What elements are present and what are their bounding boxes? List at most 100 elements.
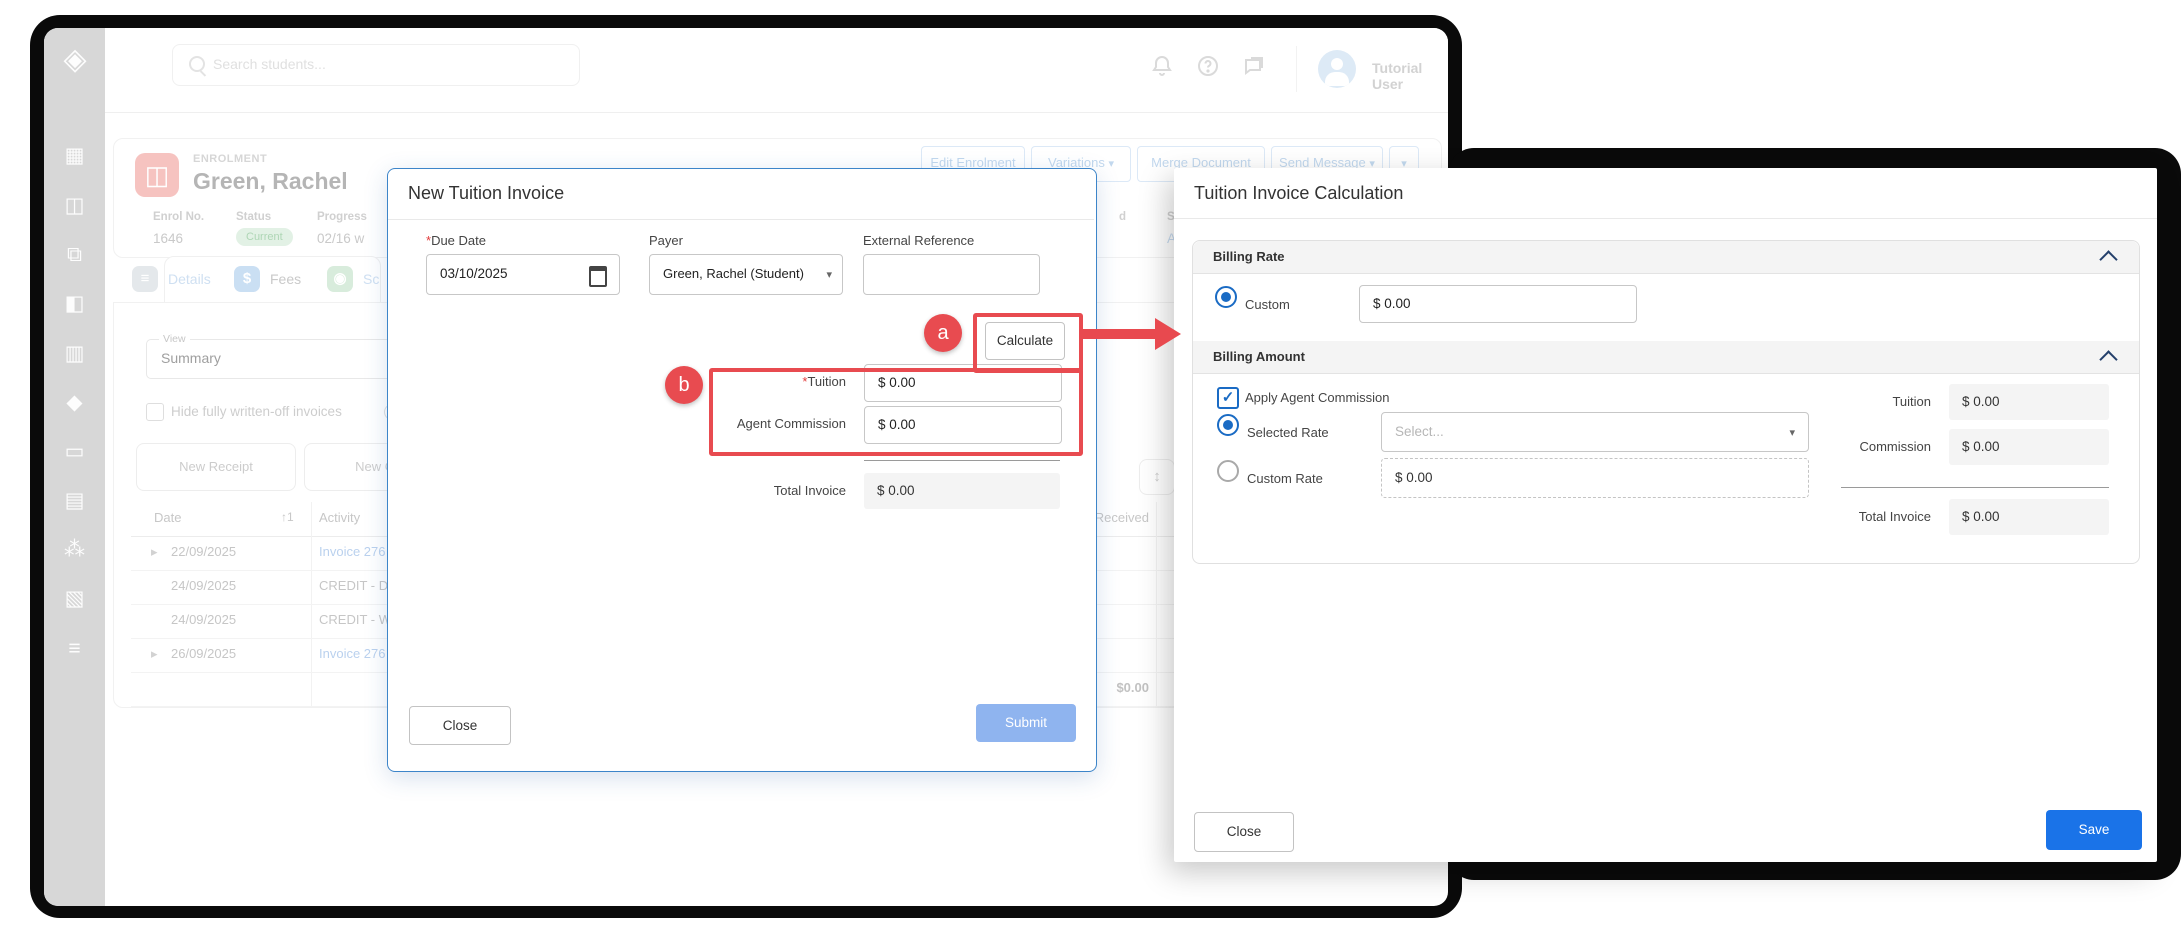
details-icon: ≡: [132, 266, 158, 292]
billing-amount-section-header[interactable]: Billing Amount: [1193, 341, 2139, 374]
new-receipt-button[interactable]: New Receipt: [136, 443, 296, 491]
fees-icon: $: [234, 266, 260, 292]
custom-rate-radio[interactable]: [1215, 286, 1237, 308]
hidden-column-label: d: [1119, 211, 1126, 223]
search-input[interactable]: Search students...: [172, 44, 580, 86]
billing-rate-section-header[interactable]: Billing Rate: [1193, 241, 2139, 274]
custom-rate-option-label: Custom Rate: [1247, 471, 1323, 486]
total-invoice-field: $ 0.00: [864, 473, 1060, 509]
row-date: 26/09/2025: [171, 646, 236, 661]
billing-rate-value: $ 0.00: [1373, 296, 1411, 311]
hide-written-off-checkbox[interactable]: [146, 403, 164, 421]
view-select[interactable]: View Summary: [146, 339, 428, 379]
billing-rate-input[interactable]: $ 0.00: [1359, 285, 1637, 323]
due-date-value: 03/10/2025: [440, 266, 508, 281]
summary-total-label: Total Invoice: [1791, 509, 1931, 524]
organisation-icon[interactable]: ▧: [44, 584, 105, 614]
calculation-card: Billing Rate Custom $ 0.00 Billing Amoun…: [1192, 240, 2140, 564]
view-select-label: View: [159, 333, 190, 345]
custom-radio-label: Custom: [1245, 297, 1290, 312]
row-activity: CREDIT - D: [319, 578, 388, 593]
row-activity-link[interactable]: Invoice 276: [319, 646, 386, 661]
modal-title: New Tuition Invoice: [408, 183, 564, 204]
row-date: 24/09/2025: [171, 578, 236, 593]
dashboard-icon[interactable]: ▦: [44, 141, 105, 171]
enrolments-icon[interactable]: ◧: [44, 289, 105, 319]
progress-value: 02/16 w: [317, 231, 364, 246]
column-date[interactable]: Date: [154, 510, 181, 525]
screenshot-stage: ◈ ▦ ◫ ⧉ ◧ ▥ ◆ ▭ ▤ ⁂ ▧ ≡ Search students.…: [0, 0, 2184, 950]
due-date-label: *Due Date: [426, 233, 486, 248]
library-icon[interactable]: ▭: [44, 437, 105, 467]
row-height-toggle[interactable]: ↕: [1139, 459, 1175, 495]
expand-caret-icon[interactable]: ▸: [151, 646, 158, 662]
page-title: Green, Rachel: [193, 168, 348, 195]
chevron-up-icon[interactable]: [2099, 250, 2117, 268]
due-date-input[interactable]: 03/10/2025: [426, 254, 620, 295]
column-activity[interactable]: Activity: [319, 510, 360, 525]
apply-agent-commission-label: Apply Agent Commission: [1245, 390, 1390, 405]
summary-commission-field: $ 0.00: [1949, 429, 2109, 465]
app-logo-icon: ◈: [55, 40, 95, 80]
courses-icon[interactable]: ◆: [44, 388, 105, 418]
calendar-icon[interactable]: [589, 266, 607, 287]
expand-caret-icon[interactable]: ▸: [151, 544, 158, 560]
new-tuition-invoice-modal: New Tuition Invoice *Due Date 03/10/2025…: [387, 168, 1097, 772]
chat-icon[interactable]: [1242, 54, 1266, 78]
payer-select[interactable]: Green, Rachel (Student) ▾: [649, 254, 843, 295]
selected-rate-radio[interactable]: [1217, 414, 1239, 436]
external-reference-input[interactable]: [863, 254, 1040, 295]
payer-value: Green, Rachel (Student): [663, 266, 804, 281]
summary-total-value: $ 0.00: [1962, 509, 2000, 524]
apply-agent-commission-checkbox[interactable]: ✓: [1217, 387, 1239, 409]
status-badge: Current: [236, 227, 293, 245]
avatar[interactable]: [1318, 50, 1356, 88]
annotation-marker-b: b: [665, 366, 703, 404]
annotation-arrow: [1079, 329, 1159, 339]
annotation-marker-a: a: [924, 314, 962, 352]
agents-icon[interactable]: ⁂: [44, 535, 105, 565]
total-invoice-value: $ 0.00: [877, 483, 915, 498]
custom-rate-input[interactable]: $ 0.00: [1381, 458, 1809, 498]
external-reference-label: External Reference: [863, 233, 974, 248]
view-select-value: Summary: [161, 350, 221, 366]
submit-button[interactable]: Submit: [976, 704, 1076, 742]
tuition-invoice-calculation-modal: Tuition Invoice Calculation Billing Rate…: [1174, 168, 2157, 862]
user-name[interactable]: Tutorial User: [1372, 60, 1448, 92]
annotation-box-a: [973, 313, 1083, 373]
billing-amount-label: Billing Amount: [1213, 349, 1305, 364]
divider: [1174, 218, 2157, 219]
selected-rate-placeholder: Select...: [1395, 424, 1444, 439]
enrolment-icon: ◫: [135, 153, 179, 197]
modal-title: Tuition Invoice Calculation: [1194, 183, 1403, 204]
invoice-close-button[interactable]: Close: [409, 706, 511, 745]
enrolment-kicker: ENROLMENT: [193, 153, 267, 165]
tab-fees-label: Fees: [270, 271, 301, 287]
summary-tuition-label: Tuition: [1791, 394, 1931, 409]
students-icon[interactable]: ◫: [44, 191, 105, 221]
sort-indicator[interactable]: ↑1: [281, 510, 294, 524]
save-button[interactable]: Save: [2046, 810, 2142, 850]
topbar-divider: [1296, 46, 1297, 92]
help-icon[interactable]: [1196, 54, 1220, 78]
row-activity-link[interactable]: Invoice 276: [319, 544, 386, 559]
scans-icon: ◉: [327, 266, 353, 292]
chevron-down-icon: ▾: [1108, 158, 1114, 170]
chevron-up-icon[interactable]: [2099, 350, 2117, 368]
enrol-no-value: 1646: [153, 231, 183, 246]
row-date: 22/09/2025: [171, 544, 236, 559]
calc-close-button[interactable]: Close: [1194, 812, 1294, 852]
services-icon[interactable]: ▤: [44, 486, 105, 516]
annotation-box-b: [709, 368, 1083, 456]
invoices-icon[interactable]: ▥: [44, 339, 105, 369]
custom-rate-option-radio[interactable]: [1217, 460, 1239, 482]
documents-icon[interactable]: ⧉: [44, 240, 105, 270]
chevron-down-icon: ▾: [826, 268, 832, 281]
selected-rate-dropdown[interactable]: Select... ▾: [1381, 412, 1809, 452]
settings-icon[interactable]: ≡: [44, 634, 105, 664]
summary-total-field: $ 0.00: [1949, 499, 2109, 535]
notifications-bell-icon[interactable]: [1150, 54, 1174, 78]
summary-divider: [1841, 487, 2109, 488]
custom-rate-value: $ 0.00: [1395, 470, 1433, 485]
billing-rate-label: Billing Rate: [1213, 249, 1285, 264]
